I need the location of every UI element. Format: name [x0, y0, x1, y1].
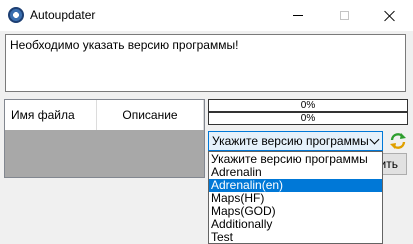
file-table[interactable]: Имя файла Описание: [4, 99, 205, 178]
close-button[interactable]: [367, 0, 413, 31]
progress-label-2: 0%: [300, 113, 316, 124]
maximize-icon: [339, 11, 349, 20]
minimize-button[interactable]: [275, 0, 321, 31]
progress-bar-2: 0%: [208, 112, 408, 125]
progress-label-1: 0%: [300, 100, 316, 111]
dropdown-option[interactable]: Test: [209, 231, 382, 244]
version-dropdown-list[interactable]: Укажите версию программы Adrenalin Adren…: [208, 151, 383, 244]
column-header-filename[interactable]: Имя файла: [5, 100, 97, 130]
message-box: Необходимо указать версию программы!: [5, 34, 406, 92]
minimize-icon: [293, 15, 303, 16]
dropdown-option[interactable]: Additionally: [209, 218, 382, 231]
maximize-button[interactable]: [321, 0, 367, 31]
window-title: Autoupdater: [30, 8, 96, 22]
refresh-icon[interactable]: [389, 132, 407, 150]
column-header-description[interactable]: Описание: [97, 100, 204, 130]
title-bar: Autoupdater: [0, 0, 413, 31]
close-icon: [384, 10, 396, 22]
progress-bar-1: 0%: [208, 99, 408, 112]
version-select-value: Укажите версию программы: [212, 134, 369, 148]
chevron-down-icon[interactable]: [369, 134, 380, 145]
file-table-header: Имя файла Описание: [5, 100, 204, 130]
app-icon: [8, 7, 24, 23]
version-select[interactable]: Укажите версию программы: [208, 131, 383, 151]
